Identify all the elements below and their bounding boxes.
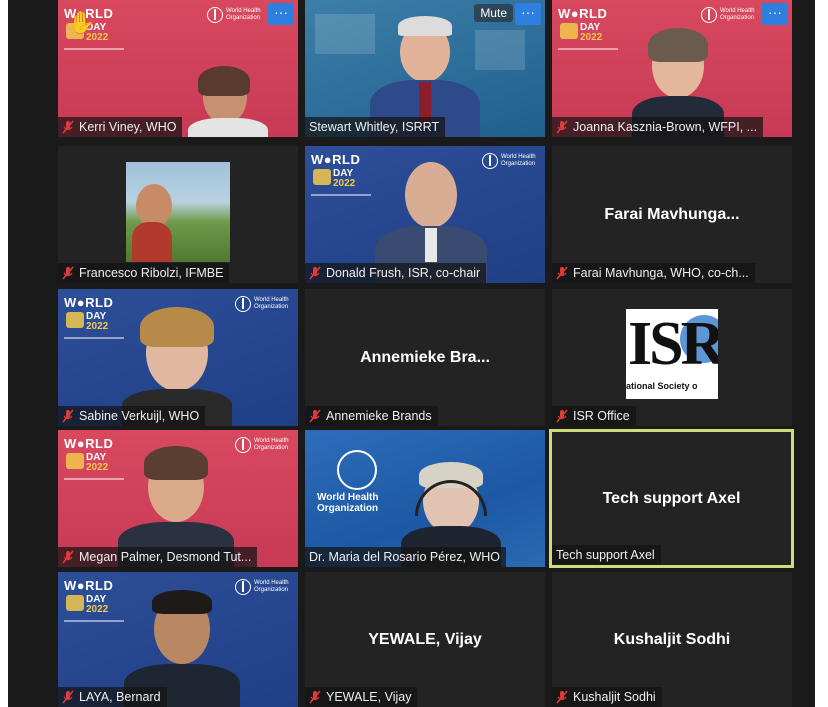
- participant-display-name: Farai Mavhunga...: [604, 205, 740, 223]
- video-tile-joanna-kasznia-brown[interactable]: W●RLD DAY 2022 World Health Organization…: [552, 0, 792, 137]
- video-tile-annemieke-brands[interactable]: Annemieke Bra... Annemieke Brands: [305, 289, 545, 426]
- muted-mic-icon: [309, 690, 321, 704]
- video-tile-vijay-yewale[interactable]: YEWALE, Vijay YEWALE, Vijay: [305, 572, 545, 707]
- muted-mic-icon: [309, 409, 321, 423]
- who-logo: World Health Organization: [701, 7, 756, 23]
- muted-mic-icon: [62, 266, 74, 280]
- participant-name-bar: Annemieke Brands: [305, 406, 438, 426]
- participant-name-bar: Donald Frush, ISR, co-chair: [305, 263, 487, 283]
- participant-display-name: Annemieke Bra...: [360, 348, 490, 366]
- raised-hand-icon: ✋: [68, 10, 96, 35]
- mute-participant-button[interactable]: Mute: [474, 4, 513, 22]
- participant-name-bar: YEWALE, Vijay: [305, 687, 418, 707]
- muted-mic-icon: [309, 266, 321, 280]
- world-tb-day-badge: W●RLD DAY 2022: [64, 578, 124, 622]
- muted-mic-icon: [556, 120, 568, 134]
- participant-name-bar: Stewart Whitley, ISRRT: [305, 117, 446, 137]
- participant-name-bar: LAYA, Bernard: [58, 687, 167, 707]
- participant-name-bar: Farai Mavhunga, WHO, co-ch...: [552, 263, 755, 283]
- participant-name-bar: ISR Office: [552, 406, 636, 426]
- muted-mic-icon: [556, 409, 568, 423]
- video-tile-kerri-viney[interactable]: W●RLD DAY 2022 ✋ World Health Organizati…: [58, 0, 298, 137]
- participant-name-bar: Sabine Verkuijl, WHO: [58, 406, 206, 426]
- participant-name-bar: Tech support Axel: [552, 545, 661, 565]
- participant-name-bar: Kerri Viney, WHO: [58, 117, 183, 137]
- video-tile-isr-office[interactable]: ISR ational Society o ISR Office: [552, 289, 792, 426]
- who-logo: World Health Organization: [207, 7, 262, 23]
- who-logo: World Health Organization: [235, 437, 290, 453]
- participant-display-name: Tech support Axel: [602, 489, 741, 507]
- video-tile-maria-del-rosario-perez[interactable]: World Health Organization Dr. Maria del …: [305, 430, 545, 567]
- world-tb-day-badge: W●RLD DAY 2022: [558, 6, 618, 50]
- participant-display-name: YEWALE, Vijay: [368, 630, 482, 648]
- participant-name-bar: Joanna Kasznia-Brown, WFPI, ...: [552, 117, 764, 137]
- who-logo: World Health Organization: [235, 579, 290, 595]
- muted-mic-icon: [556, 690, 568, 704]
- muted-mic-icon: [556, 266, 568, 280]
- muted-mic-icon: [62, 690, 74, 704]
- video-gallery: W●RLD DAY 2022 ✋ World Health Organizati…: [8, 0, 815, 707]
- participant-video: [126, 162, 230, 262]
- video-tile-bernard-laya[interactable]: W●RLD DAY 2022 World Health Organization…: [58, 572, 298, 707]
- isr-logo: ISR ational Society o: [626, 309, 718, 399]
- video-tile-tech-support-axel[interactable]: Tech support Axel Tech support Axel: [549, 429, 794, 568]
- more-options-button[interactable]: ···: [762, 3, 788, 25]
- more-options-button[interactable]: ···: [268, 3, 294, 25]
- world-tb-day-badge: W●RLD DAY 2022: [311, 152, 371, 196]
- video-tile-sabine-verkuijl[interactable]: W●RLD DAY 2022 World Health Organization…: [58, 289, 298, 426]
- participant-name-bar: Dr. Maria del Rosario Pérez, WHO: [305, 547, 507, 567]
- participant-name-bar: Kushaljit Sodhi: [552, 687, 662, 707]
- video-tile-kushaljit-sodhi[interactable]: Kushaljit Sodhi Kushaljit Sodhi: [552, 572, 792, 707]
- video-tile-francesco-ribolzi[interactable]: Francesco Ribolzi, IFMBE: [58, 146, 298, 283]
- who-logo: World Health Organization: [235, 296, 290, 312]
- muted-mic-icon: [62, 550, 74, 564]
- muted-mic-icon: [62, 409, 74, 423]
- video-tile-donald-frush[interactable]: W●RLD DAY 2022 World Health Organization…: [305, 146, 545, 283]
- muted-mic-icon: [62, 120, 74, 134]
- video-tile-farai-mavhunga[interactable]: Farai Mavhunga... Farai Mavhunga, WHO, c…: [552, 146, 792, 283]
- more-options-button[interactable]: ···: [515, 3, 541, 25]
- participant-name-bar: Megan Palmer, Desmond Tut...: [58, 547, 258, 567]
- participant-display-name: Kushaljit Sodhi: [613, 630, 731, 648]
- who-org-label: World Health Organization: [317, 492, 379, 514]
- world-tb-day-badge: W●RLD DAY 2022: [64, 436, 124, 480]
- world-tb-day-badge: W●RLD DAY 2022: [64, 295, 124, 339]
- video-tile-stewart-whitley[interactable]: Mute ··· Stewart Whitley, ISRRT: [305, 0, 545, 137]
- who-logo: [337, 450, 377, 490]
- who-logo: World Health Organization: [482, 153, 537, 169]
- video-tile-megan-palmer[interactable]: W●RLD DAY 2022 World Health Organization…: [58, 430, 298, 567]
- participant-name-bar: Francesco Ribolzi, IFMBE: [58, 263, 230, 283]
